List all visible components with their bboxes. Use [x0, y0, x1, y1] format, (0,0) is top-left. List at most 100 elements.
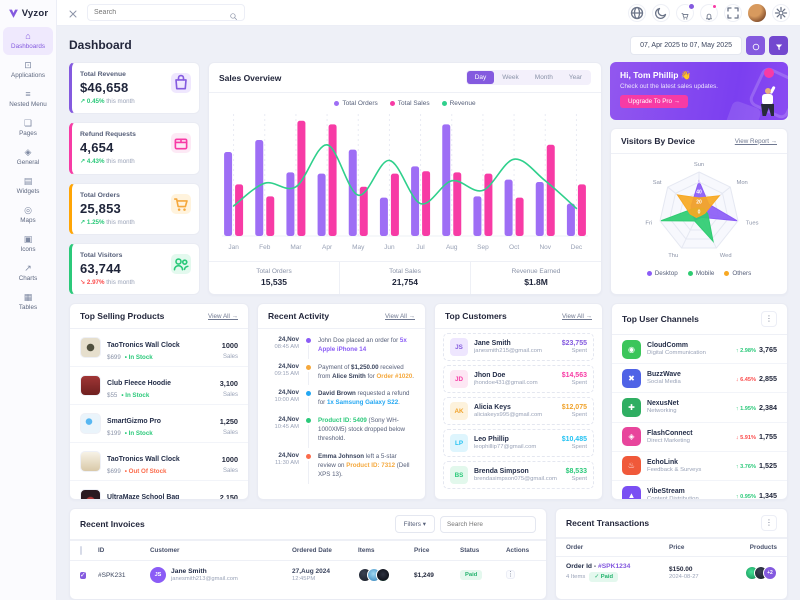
legend-dot	[647, 271, 652, 276]
svg-text:20: 20	[696, 200, 702, 206]
channel-value: 1,345	[759, 491, 777, 500]
sidebar-item-label: General	[3, 159, 53, 166]
sales-summary: Total Orders 15,535 Total Sales 21,754 R…	[209, 261, 601, 294]
sidebar-item-label: Charts	[3, 275, 53, 282]
product-name: UltraMaze School Bag	[107, 494, 179, 500]
cart-badge	[688, 3, 695, 10]
sidebar-item[interactable]: ≡ Nested Menu	[3, 85, 53, 113]
product-row: UltraMaze School Bag $99 In Stock 2,150 …	[70, 481, 248, 500]
top-customers-card: Top Customers View All → JS Jane Smith j…	[434, 303, 603, 500]
stock-status: Out Of Stock	[125, 468, 167, 475]
period-tab[interactable]: Week	[494, 71, 527, 84]
sidebar-item[interactable]: ↗ Charts	[3, 259, 53, 287]
card-title: Top Selling Products	[80, 311, 164, 321]
sidebar-item[interactable]: ◈ General	[3, 143, 53, 171]
global-search[interactable]	[87, 4, 245, 21]
item-thumbnails	[358, 568, 414, 582]
legend-dot	[688, 271, 693, 276]
sidebar-item[interactable]: ▣ Icons	[3, 230, 53, 258]
channel-list: ◉ CloudComm Digital Communication ↑ 2.98…	[612, 335, 787, 500]
gear-icon[interactable]	[772, 4, 790, 22]
timeline-dot	[306, 365, 311, 370]
card-title: Visitors By Device	[621, 136, 695, 146]
select-all-checkbox[interactable]	[80, 546, 82, 555]
stock-status: In Stock	[125, 430, 153, 437]
more-options-button[interactable]: ⋮	[761, 311, 777, 327]
channel-value: 2,384	[759, 403, 777, 412]
product-row: TaoTronics Wall Clock $699 In Stock 1000…	[70, 329, 248, 367]
product-row: Club Fleece Hoodie $55 In Stock 3,100 Sa…	[70, 367, 248, 405]
user-avatar[interactable]	[748, 4, 766, 22]
activity-time: 10:00 AM	[267, 397, 299, 403]
sidebar: Vyzor ⌂ Dashboards ⊡ Applications ≡ Nest…	[0, 0, 57, 600]
period-tab[interactable]: Year	[561, 71, 590, 84]
sidebar-item-icon: ↗	[3, 263, 53, 273]
row-actions-button[interactable]: ⋮	[506, 570, 515, 579]
product-name: TaoTronics Wall Clock	[107, 342, 180, 349]
search-input[interactable]	[94, 9, 229, 16]
customer-name: Alicia Keys	[474, 404, 556, 411]
fullscreen-icon[interactable]	[724, 4, 742, 22]
channel-name: EchoLink	[647, 459, 719, 466]
svg-text:Apr: Apr	[322, 244, 333, 251]
activity-time: 10:45 AM	[267, 424, 299, 430]
channel-change: ↑ 3.76%	[736, 464, 756, 470]
row-checkbox[interactable]: ✓	[80, 572, 86, 579]
sidebar-item[interactable]: ▤ Widgets	[3, 172, 53, 200]
view-all-link[interactable]: View All →	[385, 313, 415, 320]
channel-icon: ♨	[622, 456, 641, 475]
period-tab[interactable]: Month	[527, 71, 561, 84]
date-range-picker[interactable]: 07, Apr 2025 to 07, May 2025	[630, 36, 742, 55]
sidebar-item[interactable]: ◎ Maps	[3, 201, 53, 229]
close-icon[interactable]	[67, 7, 79, 19]
trend-arrow-icon: ↗	[80, 158, 85, 165]
activity-item: 24,Nov 10:45 AM Product ID: 5409 (Sony W…	[258, 412, 425, 448]
upgrade-button[interactable]: Upgrade To Pro →	[620, 95, 688, 108]
stat-cards: Total Revenue $46,658 ↗ 0.45% this month…	[69, 62, 200, 295]
cart-button[interactable]	[676, 4, 694, 22]
product-sales: 3,100	[220, 379, 238, 388]
channel-value: 1,755	[759, 432, 777, 441]
customer-spent: $12,075	[562, 404, 587, 411]
channel-change: ↑ 0.95%	[736, 494, 756, 500]
stat-icon	[171, 133, 191, 153]
top-header	[57, 0, 800, 26]
filters-dropdown[interactable]: Filters ▾	[395, 515, 435, 533]
sidebar-item[interactable]: ⌂ Dashboards	[3, 27, 53, 55]
channel-desc: Networking	[647, 408, 719, 414]
globe-icon[interactable]	[628, 4, 646, 22]
product-thumb	[376, 568, 390, 582]
channel-icon: ▲	[622, 486, 641, 500]
timeline-line	[308, 398, 309, 412]
table-search-input[interactable]	[440, 516, 536, 533]
svg-text:Dec: Dec	[571, 244, 583, 251]
product-image	[80, 413, 101, 434]
view-report-link[interactable]: View Report →	[735, 138, 777, 145]
stat-change: ↗ 0.45% this month	[80, 98, 191, 105]
sidebar-item-icon: ⊡	[3, 60, 53, 70]
more-options-button[interactable]: ⋮	[761, 515, 777, 531]
invoice-table-body: ✓ #SPK231 JS Jane Smith janesmith213@gma…	[70, 561, 546, 589]
stat-change: ↗ 1.25% this month	[80, 219, 191, 226]
promo-greeting: Hi, Tom Phillip 👋	[620, 70, 778, 81]
recent-transactions-card: Recent Transactions ⋮ Order Price Produc…	[555, 508, 788, 600]
legend-item: Total Sales	[390, 100, 430, 107]
channel-desc: Content Distribution	[647, 496, 719, 500]
filter-button[interactable]	[769, 36, 788, 55]
timeline-dot	[306, 454, 311, 459]
channel-change: ↑ 2.98%	[736, 348, 756, 354]
view-all-link[interactable]: View All →	[208, 313, 238, 320]
channel-row: ◉ CloudComm Digital Communication ↑ 2.98…	[612, 335, 787, 364]
refresh-button[interactable]	[746, 36, 765, 55]
moon-icon[interactable]	[652, 4, 670, 22]
sidebar-item[interactable]: ⊡ Applications	[3, 56, 53, 84]
period-tab[interactable]: Day	[467, 71, 495, 84]
view-all-link[interactable]: View All →	[562, 313, 592, 320]
bell-button[interactable]	[700, 4, 718, 22]
channel-desc: Digital Communication	[647, 350, 719, 356]
timeline-dot	[306, 391, 311, 396]
sidebar-item[interactable]: ❏ Pages	[3, 114, 53, 142]
sidebar-item[interactable]: ▦ Tables	[3, 288, 53, 316]
timeline-line	[308, 461, 309, 484]
brand[interactable]: Vyzor	[0, 0, 56, 26]
